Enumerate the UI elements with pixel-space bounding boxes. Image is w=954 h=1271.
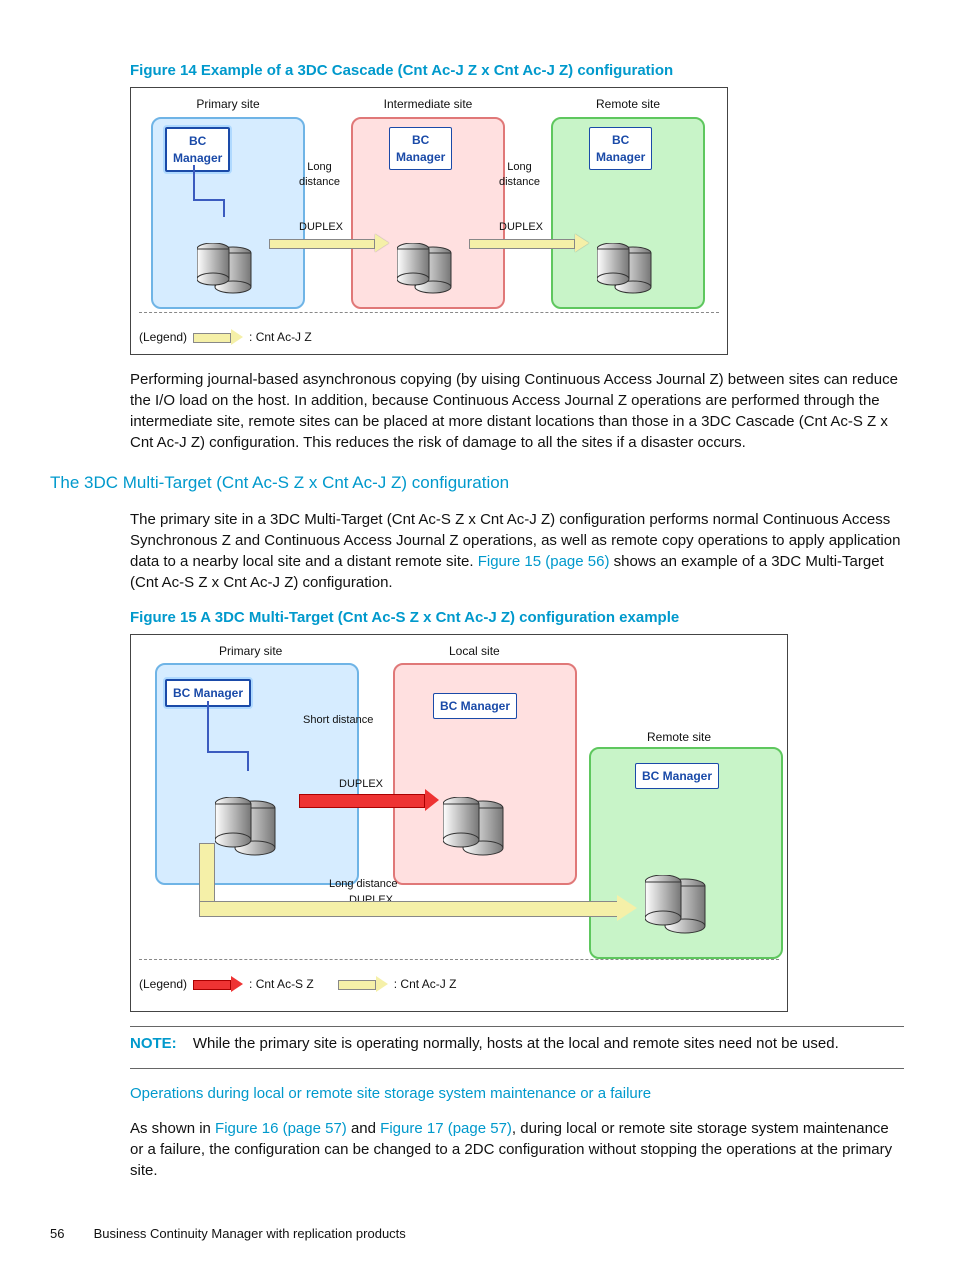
subheading-ops: Operations during local or remote site s… [130, 1083, 904, 1104]
footer-title: Business Continuity Manager with replica… [94, 1226, 406, 1241]
note-text: While the primary site is operating norm… [193, 1035, 839, 1052]
fig15-bc-remote: BC Manager [635, 763, 719, 790]
figure15: Primary site Local site Remote site BC M… [130, 634, 788, 1012]
fig14-legend: (Legend) : Cnt Ac-J Z [139, 323, 719, 346]
arrow-segment [199, 901, 621, 917]
fig14-primary-label: Primary site [196, 96, 259, 113]
link-fig17[interactable]: Figure 17 (page 57) [380, 1120, 512, 1137]
page-footer: 56 Business Continuity Manager with repl… [50, 1225, 406, 1243]
para-after-fig14: Performing journal-based asynchronous co… [130, 369, 904, 453]
fig15-legend-yellow: : Cnt Ac-J Z [394, 976, 457, 993]
storage-icon [197, 243, 257, 297]
fig15-primary-label: Primary site [219, 643, 282, 660]
fig14-bc-intermediate: BC Manager [389, 127, 452, 171]
fig14-legend-label: (Legend) [139, 329, 187, 346]
arrow-icon [269, 236, 389, 250]
fig15-legend-label: (Legend) [139, 976, 187, 993]
fig15-remote-label: Remote site [647, 729, 711, 746]
fig15-duplex-1: DUPLEX [339, 777, 383, 792]
fig14-longdist-2: Long distance [499, 160, 540, 191]
fig14-duplex-1: DUPLEX [299, 220, 343, 235]
fig14-longdist-1: Long distance [299, 160, 340, 191]
arrow-icon [469, 236, 589, 250]
arrow-icon [299, 793, 439, 807]
link-fig16[interactable]: Figure 16 (page 57) [215, 1120, 347, 1137]
storage-icon [645, 875, 715, 937]
fig14-intermediate-label: Intermediate site [384, 96, 473, 113]
para-multitarget: The primary site in a 3DC Multi-Target (… [130, 509, 904, 593]
link-fig15[interactable]: Figure 15 (page 56) [478, 553, 610, 570]
note-label: NOTE: [130, 1035, 177, 1052]
fig14-remote-label: Remote site [596, 96, 660, 113]
heading-multitarget: The 3DC Multi-Target (Cnt Ac-S Z x Cnt A… [50, 471, 904, 495]
fig15-local-label: Local site [449, 643, 500, 660]
storage-icon [597, 243, 657, 297]
arrow-icon [338, 977, 388, 991]
fig15-long-distance: Long distance [329, 877, 398, 892]
arrow-icon [193, 977, 243, 991]
fig14-bc-primary: BC Manager [165, 127, 230, 173]
fig14-duplex-2: DUPLEX [499, 220, 543, 235]
storage-icon [443, 797, 513, 859]
figure14-caption: Figure 14 Example of a 3DC Cascade (Cnt … [130, 60, 904, 81]
fig14-bc-remote: BC Manager [589, 127, 652, 171]
figure15-caption: Figure 15 A 3DC Multi-Target (Cnt Ac-S Z… [130, 607, 904, 628]
fig15-legend: (Legend) : Cnt Ac-S Z : Cnt Ac-J Z [139, 970, 779, 993]
figure14: Primary site BC Manager Intermediate sit… [130, 87, 728, 355]
fig15-legend-red: : Cnt Ac-S Z [249, 976, 314, 993]
fig15-bc-local: BC Manager [433, 693, 517, 720]
storage-icon [397, 243, 457, 297]
ops-para-b: and [347, 1120, 380, 1137]
fig14-legend-item: : Cnt Ac-J Z [249, 329, 312, 346]
fig15-short-distance: Short distance [303, 713, 373, 728]
arrow-icon [193, 330, 243, 344]
ops-para: As shown in Figure 16 (page 57) and Figu… [130, 1118, 904, 1181]
page-number: 56 [50, 1225, 90, 1243]
note-block: NOTE: While the primary site is operatin… [130, 1033, 904, 1054]
storage-icon [215, 797, 285, 859]
ops-para-a: As shown in [130, 1120, 215, 1137]
arrow-head-icon [617, 895, 637, 921]
